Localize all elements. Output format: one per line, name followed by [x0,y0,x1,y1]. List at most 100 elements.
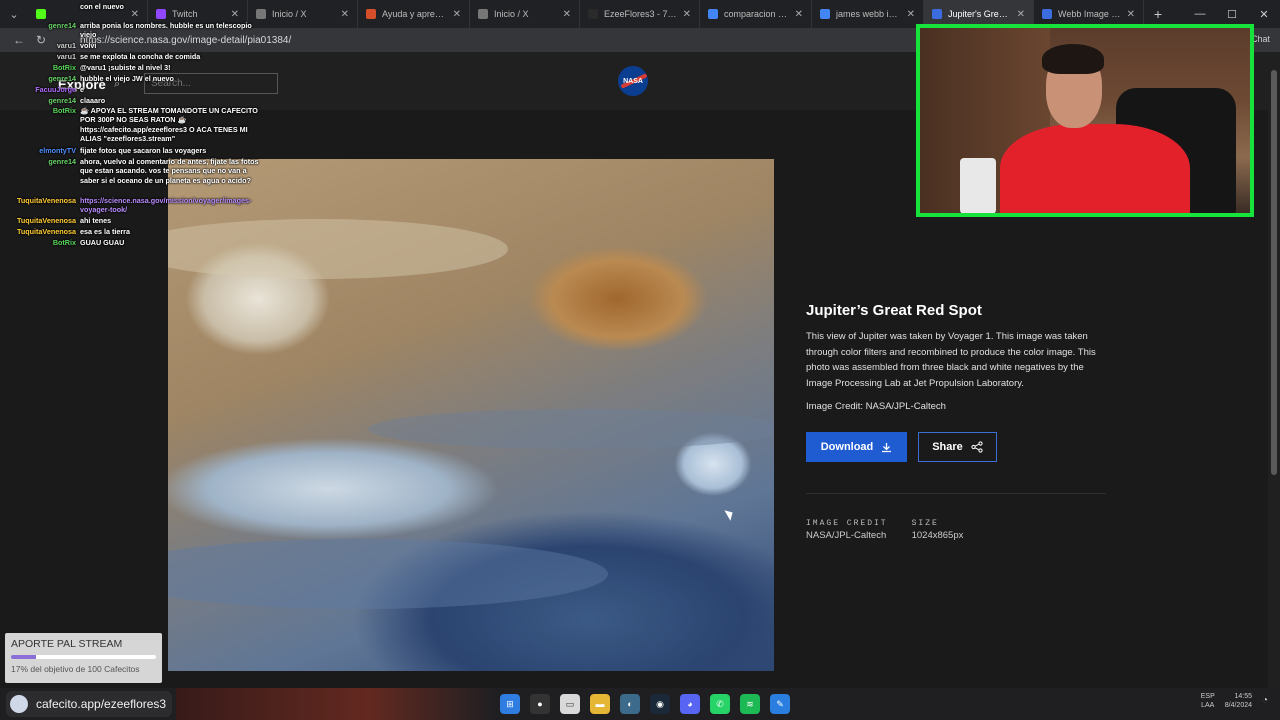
webcam-streamer-hair [1042,44,1104,74]
tab-close-icon[interactable]: ✕ [131,9,139,20]
cafecito-banner: cafecito.app/ezeeflores3 [6,691,172,717]
chat-text: se me explota la concha de comida [80,52,201,61]
chat-text: fijate fotos que sacaron las voyagers [80,146,207,155]
chat-username[interactable]: TuquitaVenenosa [4,227,76,236]
tab-label: Ayuda y aprendizaje [382,9,447,19]
page-scrollbar[interactable] [1268,52,1280,688]
chat-message: genre14 claaaro [4,96,105,105]
tab-close-icon[interactable]: ✕ [453,9,461,20]
chat-username[interactable]: genre14 [4,157,76,166]
taskbar-apps: ⊞ ● ▭ ▬ ◐ ◉ ◕ ✆ ≋ ✎ [500,694,790,714]
chat-username[interactable]: FacuuJorge [4,85,76,94]
notification-icon[interactable]: ◔ [1262,695,1274,707]
meta-credit-label: IMAGE CREDIT [806,519,888,528]
chat-text: volvi [80,41,97,50]
chat-username[interactable]: BotRix [4,106,76,115]
tab-label: Webb Image Galleri [1058,9,1121,19]
chat-username[interactable]: genre14 [4,74,76,83]
chat-message: TuquitaVenenosa ahi tenes [4,216,111,225]
browser-tab[interactable]: james webb images ✕ [812,0,924,28]
browser-tab[interactable]: EzeeFlores3 - 7TV ✕ [580,0,700,28]
chat-username[interactable]: TuquitaVenenosa [4,196,76,205]
donation-subtitle: 17% del objetivo de 100 Cafecitos [11,664,140,674]
tab-close-icon[interactable]: ✕ [907,9,915,20]
chat-text: hubble el viejo JW el nuevo [80,74,174,83]
download-button[interactable]: Download [806,432,907,462]
chat-username[interactable]: varu1 [4,41,76,50]
donation-title: APORTE PAL STREAM [11,638,123,650]
tab-close-icon[interactable]: ✕ [341,9,349,20]
browser-tab[interactable]: Inicio / X ✕ [248,0,358,28]
tab-close-icon[interactable]: ✕ [231,9,239,20]
share-icon [971,441,983,453]
chat-text: https://science.nasa.gov/mission/voyager… [80,196,252,215]
tab-label: Jupiter's Great Red S [948,9,1011,19]
download-label: Download [820,441,874,453]
meta-credit-value: NASA/JPL-Caltech [806,530,887,541]
chat-text: arriba ponia los nombres. hubble es un t… [80,21,252,40]
meta-size-value: 1024x865px [911,530,964,541]
new-tab-button[interactable]: + [1144,6,1172,22]
tab-close-icon[interactable]: ✕ [563,9,571,20]
chat-text: con el nuevo [80,2,124,11]
share-button[interactable]: Share [918,432,997,462]
language-indicator[interactable]: ESP LAA [1201,692,1215,710]
chat-text: ahi tenes [80,216,112,225]
chat-username[interactable]: elmontyTV [4,146,76,155]
clock-date: 8/4/2024 [1224,702,1252,709]
jupiter-image[interactable] [168,159,774,671]
chat-message: genre14 hubble el viejo JW el nuevo [4,74,174,83]
browser-tab[interactable]: comparacion sol co ✕ [700,0,812,28]
search-taskbar-icon[interactable]: ● [530,694,550,714]
file-icon[interactable]: ▭ [560,694,580,714]
tab-favicon-icon [156,9,166,19]
lang-top: ESP [1200,693,1215,700]
chat-message: BotRix GUAU GUAU [4,238,125,247]
tab-favicon-icon [820,9,830,19]
chat-text: ☕ APOYA EL STREAM TOMANDOTE UN CAFECITO … [80,106,258,144]
webcam-mug [960,158,996,213]
whatsapp-icon[interactable]: ✆ [710,694,730,714]
windows-start-icon[interactable]: ⊞ [500,694,520,714]
download-icon [882,442,892,452]
chat-username[interactable]: genre14 [4,96,76,105]
lang-bottom: LAA [1201,702,1215,709]
chat-message: BotRix ☕ APOYA EL STREAM TOMANDOTE UN CAF… [4,106,260,144]
chat-username[interactable]: BotRix [4,63,76,72]
chat-message: TuquitaVenenosa https://science.nasa.gov/… [4,196,260,215]
spotify-icon[interactable]: ≋ [740,694,760,714]
tab-close-icon[interactable]: ✕ [683,9,691,20]
edge-browser-icon[interactable]: ◐ [620,694,640,714]
chat-text: ahora, vuelvo al comentario de antes, fi… [80,157,259,185]
tab-close-icon[interactable]: ✕ [795,9,803,20]
chat-text: GUAU GUAU [80,238,125,247]
tab-close-icon[interactable]: ✕ [1127,9,1135,20]
clock[interactable]: 14:55 8/4/2024 [1225,692,1252,710]
chat-text: esa es la tierra [80,227,130,236]
tab-favicon-icon [366,9,376,19]
tab-favicon-icon [708,9,718,19]
chat-username[interactable]: TuquitaVenenosa [4,216,76,225]
folder-icon[interactable]: ▬ [590,694,610,714]
browser-tab[interactable]: Inicio / X ✕ [470,0,580,28]
browser-tab[interactable]: Ayuda y aprendizaje ✕ [358,0,470,28]
app-icon[interactable]: ✎ [770,694,790,714]
tab-favicon-icon [932,9,942,19]
image-credit-line: Image Credit: NASA/JPL-Caltech [806,401,946,412]
nasa-logo[interactable]: NASA [618,66,648,96]
discord-icon[interactable]: ◕ [680,694,700,714]
meta-size-label: SIZE [911,519,939,528]
chat-username[interactable]: varu1 [4,52,76,61]
tab-favicon-icon [256,9,266,19]
image-info-panel: Jupiter’s Great Red Spot This view of Ju… [806,302,1106,541]
tab-favicon-icon [588,9,598,19]
donation-widget: APORTE PAL STREAM 17% del objetivo de 10… [5,633,162,683]
chat-username[interactable]: genre14 [4,21,76,30]
steam-icon[interactable]: ◉ [650,694,670,714]
scrollbar-thumb[interactable] [1271,70,1277,475]
chat-username[interactable]: BotRix [4,238,76,247]
tab-close-icon[interactable]: ✕ [1017,9,1025,20]
meta-size: SIZE 1024x865px [912,519,964,541]
system-tray: ESP LAA 14:55 8/4/2024 ◔ [1201,692,1274,710]
chat-message: varu1 volvi [4,41,97,50]
